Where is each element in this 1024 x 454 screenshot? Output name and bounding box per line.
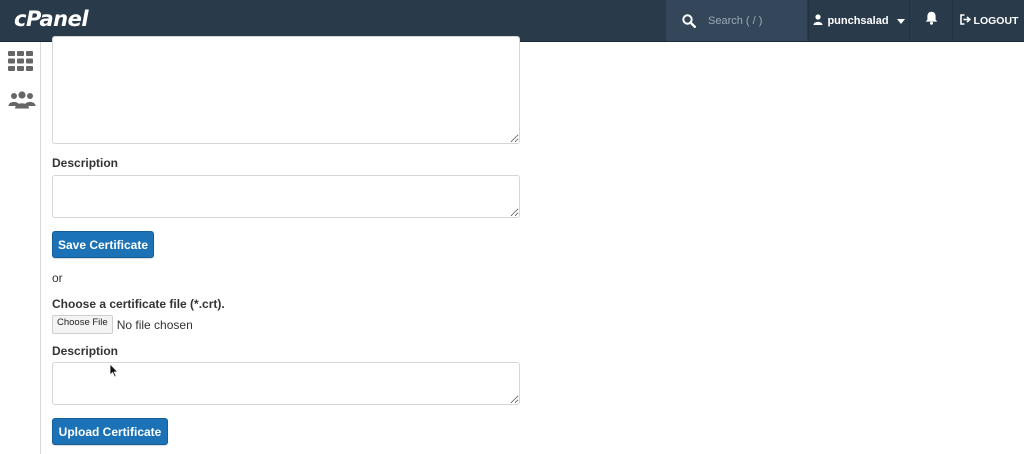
- grid-icon[interactable]: [8, 51, 33, 76]
- certificate-textarea[interactable]: [52, 36, 520, 144]
- save-certificate-button[interactable]: Save Certificate: [52, 231, 154, 258]
- search-input[interactable]: [706, 9, 810, 32]
- choose-file-button[interactable]: Choose File: [52, 315, 113, 334]
- upload-description-textarea[interactable]: [52, 362, 520, 405]
- users-icon[interactable]: [8, 91, 36, 114]
- no-file-status: No file chosen: [116, 317, 193, 332]
- logout-button[interactable]: LOGOUT: [952, 0, 1024, 41]
- file-input: Choose File No file chosen: [52, 315, 193, 334]
- notifications-button[interactable]: [909, 0, 952, 41]
- cpanel-logo[interactable]: cPanel: [14, 7, 89, 31]
- username-label: punchsalad: [827, 14, 889, 27]
- search-icon: [682, 13, 696, 28]
- logout-label: LOGOUT: [973, 14, 1019, 27]
- sidebar: [0, 42, 41, 454]
- user-menu[interactable]: punchsalad: [808, 0, 909, 41]
- mouse-cursor-icon: [109, 363, 119, 383]
- description-label: Description: [52, 156, 119, 170]
- user-icon: [813, 13, 823, 28]
- description-label-upload: Description: [52, 344, 119, 358]
- bell-icon: [925, 11, 938, 30]
- logout-icon: [959, 13, 971, 28]
- search-box[interactable]: [666, 0, 810, 41]
- upload-certificate-button[interactable]: Upload Certificate: [52, 418, 168, 445]
- description-textarea[interactable]: [52, 175, 520, 218]
- or-separator: or: [52, 271, 63, 285]
- choose-file-label: Choose a certificate file (*.crt).: [52, 297, 225, 311]
- chevron-down-icon: [896, 15, 905, 27]
